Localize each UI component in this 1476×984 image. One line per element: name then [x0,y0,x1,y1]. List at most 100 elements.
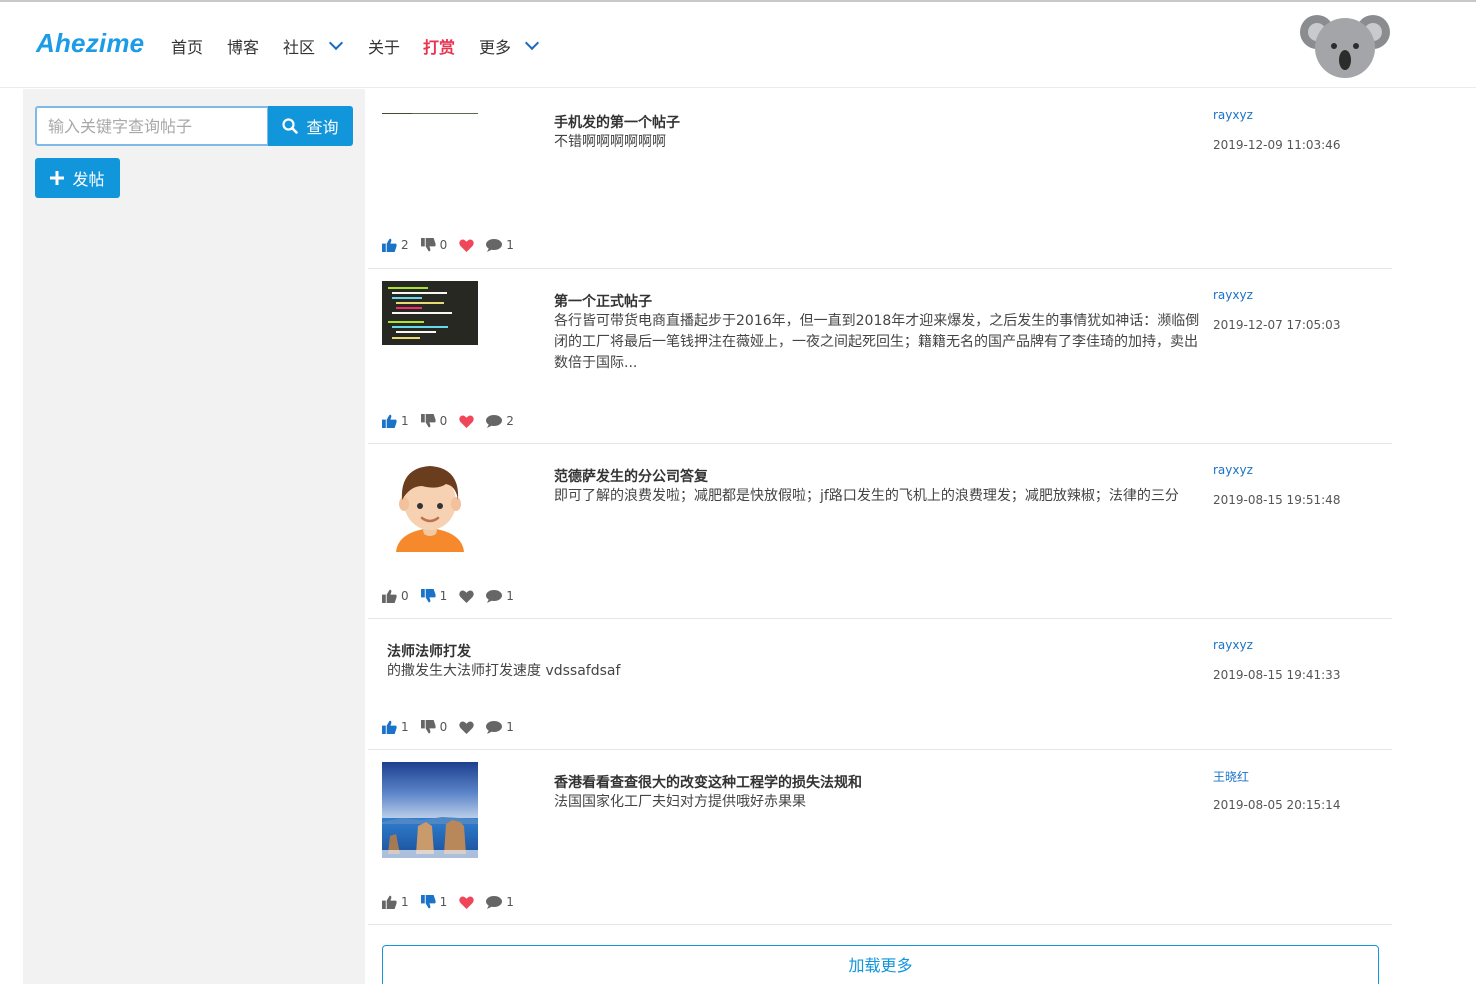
search-button-label: 查询 [306,118,339,137]
heart-button[interactable] [459,239,474,252]
thumbs-down-icon [420,238,436,252]
post-excerpt: 即可了解的浪费发啦；减肥都是快放假啦；jf路口发生的飞机上的浪费理发；减肥放辣椒… [554,488,1179,504]
post-title[interactable]: 法师法师打发 [387,641,471,661]
chevron-down-icon [524,35,540,51]
nav-home-label: 首页 [171,38,204,57]
post-author[interactable]: rayxyz [1213,108,1253,122]
comment-button[interactable]: 1 [486,895,514,909]
dislike-button[interactable]: 0 [420,720,448,734]
post-stats: 1 0 2 [382,414,526,428]
post-title[interactable]: 手机发的第一个帖子 [554,112,680,132]
post-list: 手机发的第一个帖子 不错啊啊啊啊啊啊 rayxyz 2019-12-09 11:… [368,89,1392,925]
sidebar: 查询 发帖 [23,89,365,984]
like-button[interactable]: 1 [382,895,409,909]
comment-button[interactable]: 2 [486,414,514,428]
nav-about[interactable]: 关于 [368,34,400,58]
post-title[interactable]: 范德萨发生的分公司答复 [554,466,708,486]
dislike-count: 0 [439,414,448,428]
dislike-button[interactable]: 1 [420,589,448,603]
new-post-button[interactable]: 发帖 [35,158,120,198]
post-title[interactable]: 香港看看查查很大的改变这种工程学的损失法规和 [554,772,862,792]
search-button[interactable]: 查询 [268,106,353,146]
nav-blog[interactable]: 博客 [227,34,259,58]
post-time: 2019-08-15 19:41:33 [1213,668,1341,682]
heart-button[interactable] [459,415,474,428]
nav-reward-label: 打赏 [423,38,456,57]
boy-avatar [382,456,478,552]
post-time: 2019-08-05 20:15:14 [1213,798,1341,812]
dislike-count: 0 [439,720,448,734]
nav-blog-label: 博客 [227,38,260,57]
post-thumbnail[interactable] [382,762,478,858]
post-author[interactable]: 王晓红 [1213,768,1249,785]
comment-button[interactable]: 1 [486,589,514,603]
post-item[interactable]: 香港看看查查很大的改变这种工程学的损失法规和 法国国家化工厂夫妇对方提供哦好赤果… [368,750,1392,925]
brand-logo[interactable]: Ahezime [36,28,144,59]
comment-count: 1 [506,589,514,603]
post-title[interactable]: 第一个正式帖子 [554,291,652,311]
post-author[interactable]: rayxyz [1213,288,1253,302]
like-button[interactable]: 1 [382,720,409,734]
thumbs-down-icon [420,895,436,909]
nav-home[interactable]: 首页 [171,34,203,58]
nav-reward[interactable]: 打赏 [423,34,455,58]
heart-icon [459,896,474,909]
thumbs-up-icon [382,895,397,909]
post-stats: 2 0 1 [382,238,526,252]
dislike-button[interactable]: 1 [420,895,448,909]
comment-icon [486,895,503,909]
dislike-button[interactable]: 0 [420,414,448,428]
dislike-button[interactable]: 0 [420,238,448,252]
heart-icon [459,721,474,734]
comment-count: 1 [506,895,514,909]
post-item[interactable]: 法师法师打发 的撒发生大法师打发速度 vdssafdsaf rayxyz 201… [368,619,1392,750]
post-excerpt: 法国国家化工厂夫妇对方提供哦好赤果果 [554,794,806,810]
navbar: Ahezime 首页 博客 社区 关于 打赏 更多 [0,2,1476,88]
comment-button[interactable]: 1 [486,238,514,252]
comment-button[interactable]: 1 [486,720,514,734]
thumbs-down-icon [420,720,436,734]
post-item[interactable]: 范德萨发生的分公司答复 即可了解的浪费发啦；减肥都是快放假啦；jf路口发生的飞机… [368,444,1392,619]
post-excerpt: 不错啊啊啊啊啊啊 [554,134,666,150]
heart-button[interactable] [459,590,474,603]
thumbs-down-icon [420,414,436,428]
dislike-count: 1 [439,895,448,909]
thumbs-up-icon [382,414,397,428]
heart-button[interactable] [459,721,474,734]
post-time: 2019-12-09 11:03:46 [1213,138,1341,152]
nav-more[interactable]: 更多 [479,34,540,58]
post-thumbnail[interactable] [382,106,478,114]
post-item[interactable]: 手机发的第一个帖子 不错啊啊啊啊啊啊 rayxyz 2019-12-09 11:… [368,89,1392,269]
heart-icon [459,415,474,428]
thumbs-up-icon [382,720,397,734]
comment-count: 1 [506,238,514,252]
chevron-down-icon [328,35,344,51]
post-stats: 1 1 1 [382,895,526,909]
comment-count: 1 [506,720,514,734]
comment-icon [486,238,503,252]
post-stats: 1 0 1 [382,720,526,734]
thumbs-down-icon [420,589,436,603]
comment-icon [486,720,503,734]
post-author[interactable]: rayxyz [1213,463,1253,477]
search-input[interactable] [35,106,269,146]
like-button[interactable]: 2 [382,238,409,252]
load-more-button[interactable]: 加载更多 [382,945,1379,984]
like-count: 0 [401,589,409,603]
nav-community[interactable]: 社区 [283,34,344,58]
heart-button[interactable] [459,896,474,909]
like-count: 1 [401,414,409,428]
dislike-count: 1 [439,589,448,603]
post-item[interactable]: 第一个正式帖子 各行皆可带货电商直播起步于2016年，但一直到2018年才迎来爆… [368,269,1392,444]
comment-count: 2 [506,414,514,428]
landscape-photo [382,113,478,114]
koala-avatar-icon[interactable] [1300,8,1390,80]
post-thumbnail[interactable] [382,456,478,552]
thumbs-up-icon [382,238,397,252]
post-author[interactable]: rayxyz [1213,638,1253,652]
like-button[interactable]: 0 [382,589,409,603]
dislike-count: 0 [439,238,448,252]
like-button[interactable]: 1 [382,414,409,428]
new-post-button-label: 发帖 [72,170,105,189]
post-thumbnail[interactable] [382,281,478,345]
